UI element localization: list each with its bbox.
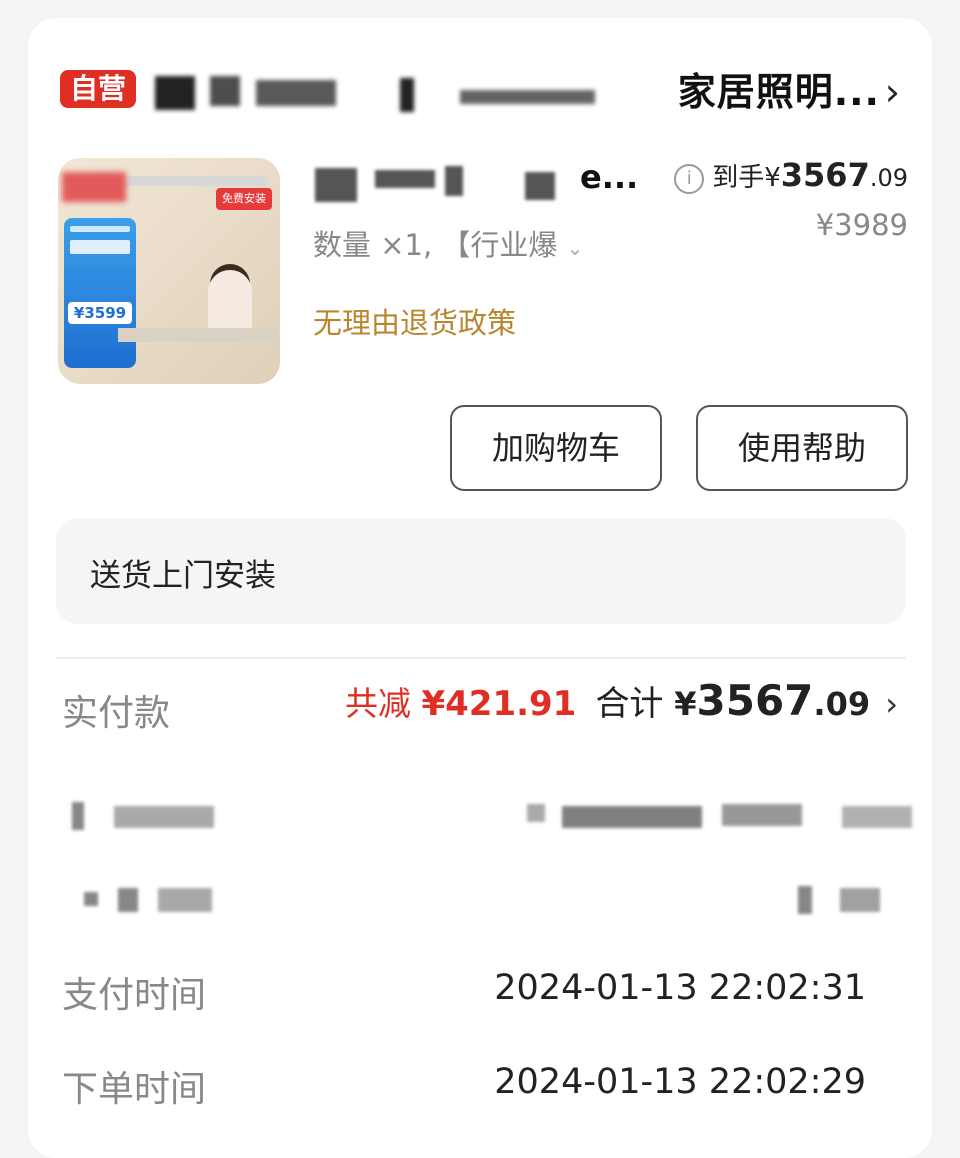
detail-row-pay-time: 支付时间 2024-01-13 22:02:31 <box>62 966 902 1026</box>
chevron-right-icon[interactable]: › <box>885 685 898 723</box>
store-name-obscured <box>256 80 336 106</box>
desk-illustration <box>118 328 278 342</box>
final-price: 3567 <box>780 156 870 194</box>
promo-panel: ¥3599 <box>64 218 136 368</box>
child-figure <box>208 270 252 334</box>
obscured-detail-row <box>62 882 912 922</box>
detail-label: 支付时间 <box>62 975 207 1016</box>
store-name-obscured <box>155 76 195 110</box>
final-price-label: 到手 <box>712 163 765 193</box>
delivery-service[interactable]: 送货上门安装 <box>56 518 906 624</box>
detail-value: 2024-01-13 22:02:31 <box>494 968 866 1008</box>
image-tag-obscured <box>62 172 126 202</box>
promo-price: ¥3599 <box>68 302 132 324</box>
discount-total: 共减 ¥421.91 <box>344 684 577 724</box>
payment-row[interactable]: 实付款 共减 ¥421.91 合计 ¥3567.09 › <box>62 676 902 744</box>
store-name-obscured <box>210 76 240 106</box>
detail-value: 2024-01-13 22:02:29 <box>494 1062 866 1102</box>
obscured-detail-row <box>62 798 912 838</box>
delivery-label: 送货上门安装 <box>90 558 276 594</box>
original-price: ¥3989 <box>815 208 908 242</box>
product-title[interactable]: e... <box>580 158 638 196</box>
help-button[interactable]: 使用帮助 <box>696 405 908 491</box>
chevron-down-icon: ⌄ <box>566 236 584 260</box>
return-policy: 无理由退货政策 <box>313 306 517 340</box>
info-icon[interactable]: i <box>674 163 705 194</box>
payment-label: 实付款 <box>62 693 171 734</box>
price-box: i 到手¥3567.09 ¥3989 <box>674 156 908 242</box>
free-install-tag: 免费安装 <box>216 188 272 210</box>
grand-total: 合计 ¥3567.09 <box>595 676 871 725</box>
store-name: 家居照明... <box>677 70 880 114</box>
product-image[interactable]: ¥3599 免费安装 <box>58 158 280 384</box>
store-header[interactable]: 自营 家居照明... › <box>60 66 900 122</box>
detail-label: 下单时间 <box>62 1069 207 1110</box>
add-to-cart-button[interactable]: 加购物车 <box>450 405 662 491</box>
chevron-right-icon[interactable]: › <box>885 66 900 118</box>
store-name-obscured <box>460 90 595 104</box>
store-name-obscured <box>400 78 414 112</box>
detail-row-order-time: 下单时间 2024-01-13 22:02:29 <box>62 1060 902 1120</box>
divider <box>56 657 906 659</box>
product-spec[interactable]: 数量 ×1, 【行业爆 ⌄ <box>313 222 583 264</box>
self-operated-badge: 自营 <box>60 70 137 108</box>
